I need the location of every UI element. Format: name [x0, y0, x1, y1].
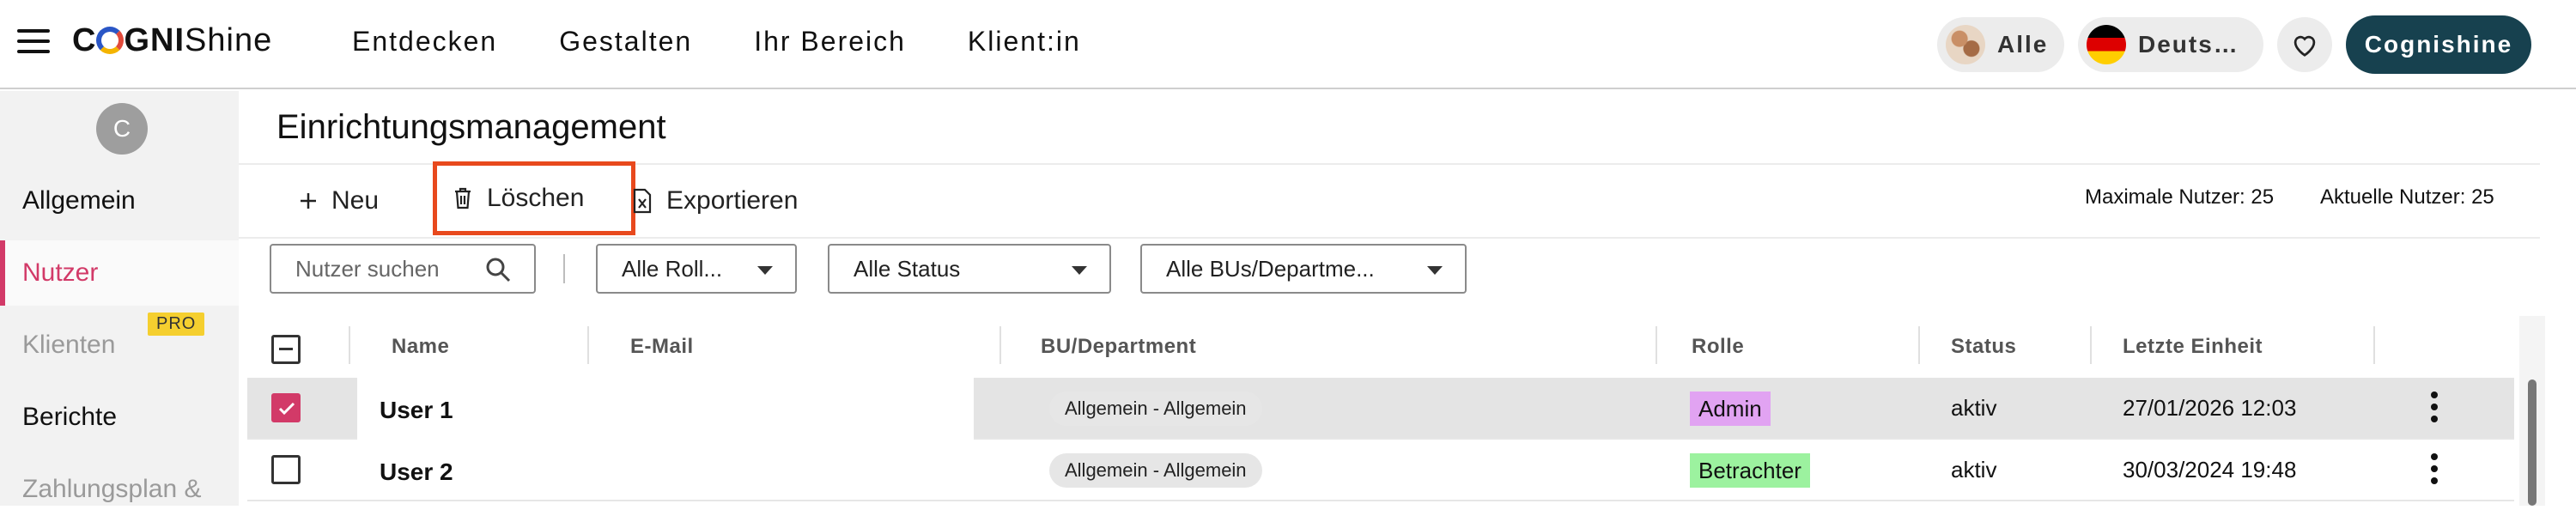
nav-klient[interactable]: Klient:in	[968, 26, 1081, 58]
more-options-icon[interactable]	[2430, 392, 2439, 426]
language-selector[interactable]: Deuts…	[2078, 17, 2263, 72]
table-header: Name E-Mail BU/Department Rolle Status L…	[247, 318, 2521, 379]
filter-divider	[563, 254, 565, 283]
role-badge: Admin	[1690, 392, 1771, 426]
export-button[interactable]: Exportieren	[632, 179, 798, 223]
column-header-role[interactable]: Rolle	[1692, 335, 1744, 359]
heart-icon	[2293, 35, 2316, 57]
search-input[interactable]: Nutzer suchen	[270, 244, 536, 294]
column-header-status[interactable]: Status	[1951, 335, 2016, 359]
sidebar-item-allgemein[interactable]: Allgemein	[0, 168, 239, 234]
bu-chip: Allgemein - Allgemein	[1049, 392, 1262, 426]
sidebar-item-klienten[interactable]: Klienten PRO	[0, 313, 239, 378]
scrollbar-thumb[interactable]	[2528, 379, 2537, 506]
nav-gestalten[interactable]: Gestalten	[559, 26, 692, 58]
caret-down-icon	[1072, 266, 1087, 275]
status-filter-select[interactable]: Alle Status	[828, 244, 1111, 294]
user-name: User 1	[380, 397, 453, 423]
sidebar-item-nutzer[interactable]: Nutzer	[0, 240, 239, 306]
trash-icon	[455, 187, 471, 209]
main-content: Einrichtungsmanagement Neu Löschen Expor…	[239, 91, 2576, 506]
column-header-last-session[interactable]: Letzte Einheit	[2123, 335, 2263, 359]
favorites-button[interactable]	[2277, 17, 2332, 72]
main-nav: Entdecken Gestalten Ihr Bereich Klient:i…	[352, 26, 1081, 58]
sidebar-item-zahlungsplan[interactable]: Zahlungsplan &	[0, 457, 239, 522]
current-users-count: Aktuelle Nutzer: 25	[2320, 185, 2494, 209]
column-header-email[interactable]: E-Mail	[630, 335, 694, 359]
german-flag-icon	[2087, 25, 2126, 64]
avatar[interactable]: C	[96, 103, 148, 155]
nav-entdecken[interactable]: Entdecken	[352, 26, 497, 58]
more-options-icon[interactable]	[2430, 453, 2439, 488]
bu-chip: Allgemein - Allgemein	[1049, 453, 1262, 488]
sidebar: C Allgemein Nutzer Klienten PRO Berichte…	[0, 91, 239, 506]
client-filter-button[interactable]: Alle	[1937, 17, 2064, 72]
menu-icon[interactable]	[17, 29, 50, 55]
excel-file-icon	[633, 188, 652, 214]
plus-icon	[301, 193, 316, 209]
bu-filter-select[interactable]: Alle BUs/Departme...	[1140, 244, 1467, 294]
row-checkbox[interactable]	[271, 393, 301, 422]
top-bar: C GNIShine Entdecken Gestalten Ihr Bereic…	[0, 0, 2576, 89]
people-avatar-icon	[1946, 25, 1985, 64]
checkmark-icon	[278, 402, 295, 416]
new-button[interactable]: Neu	[299, 179, 379, 223]
delete-button[interactable]: Löschen	[433, 161, 635, 235]
account-button[interactable]: Cognishine	[2346, 15, 2531, 74]
select-all-checkbox[interactable]	[271, 335, 301, 364]
page-title: Einrichtungsmanagement	[276, 108, 666, 146]
divider	[239, 237, 2540, 239]
caret-down-icon	[1427, 266, 1443, 275]
role-badge: Betrachter	[1690, 453, 1810, 488]
role-filter-select[interactable]: Alle Roll...	[596, 244, 797, 294]
status-text: aktiv	[1951, 457, 1997, 483]
search-icon	[486, 258, 511, 282]
max-users-count: Maximale Nutzer: 25	[2085, 185, 2275, 209]
last-session-text: 27/01/2026 12:03	[2123, 395, 2297, 421]
brand-logo[interactable]: C GNIShine	[72, 22, 272, 59]
last-session-text: 30/03/2024 19:48	[2123, 457, 2297, 483]
row-checkbox[interactable]	[271, 455, 301, 484]
caret-down-icon	[757, 266, 773, 275]
nav-ihr-bereich[interactable]: Ihr Bereich	[754, 26, 906, 58]
table-row[interactable]: User 2 Allgemein - Allgemein Betrachter …	[247, 440, 2514, 501]
logo-ring-icon	[96, 27, 125, 54]
sidebar-item-berichte[interactable]: Berichte	[0, 385, 239, 450]
table-row[interactable]: User 1 Allgemein - Allgemein Admin aktiv…	[247, 378, 2514, 440]
column-header-bu[interactable]: BU/Department	[1041, 335, 1196, 359]
status-text: aktiv	[1951, 395, 1997, 421]
user-name: User 2	[380, 458, 453, 485]
pro-badge: PRO	[148, 313, 205, 336]
column-header-name[interactable]: Name	[392, 335, 449, 359]
